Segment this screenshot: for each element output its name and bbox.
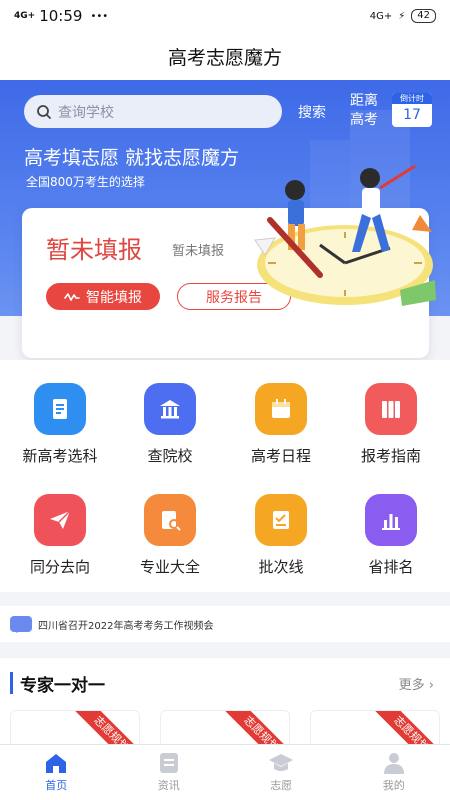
feature-label: 新高考选科 bbox=[22, 447, 98, 465]
feature-application-guide[interactable]: 报考指南 bbox=[335, 383, 447, 466]
news-ticker-text: 四川省召开2022年高考考务工作视频会 bbox=[38, 620, 214, 632]
checklist-icon bbox=[255, 494, 307, 546]
more-notifications-icon: ••• bbox=[90, 10, 109, 22]
expert-ribbon: 志愿规划 bbox=[369, 711, 439, 748]
page-title: 高考志愿魔方 bbox=[167, 46, 282, 69]
document-search-icon bbox=[144, 494, 196, 546]
status-time: 10:59 bbox=[39, 7, 83, 25]
home-icon bbox=[46, 754, 67, 773]
expert-card[interactable]: 志愿规划 bbox=[10, 710, 140, 748]
calendar-icon bbox=[255, 383, 307, 435]
hero-subtitle: 全国800万考生的选择 bbox=[26, 175, 145, 189]
user-icon bbox=[383, 753, 404, 774]
feature-batch-line[interactable]: 批次线 bbox=[225, 494, 337, 577]
chevron-right-icon: › bbox=[428, 678, 434, 693]
countdown-badge: 倒计时 17 bbox=[392, 93, 432, 127]
chat-bubble-icon bbox=[10, 616, 32, 633]
feature-label: 查院校 bbox=[147, 447, 193, 465]
expert-ribbon: 志愿规划 bbox=[219, 711, 289, 748]
tab-profile[interactable]: 我的 bbox=[338, 745, 450, 800]
wave-icon bbox=[64, 292, 80, 301]
status-bar: 4G+ 10:59 ••• 4G+ ⚡ 42 bbox=[0, 0, 450, 32]
search-placeholder: 查询学校 bbox=[58, 104, 114, 121]
expert-section: 专家一对一 更多 › 志愿规划 志愿规划 志愿规划 bbox=[0, 658, 450, 748]
app-header: 高考志愿魔方 bbox=[0, 32, 450, 80]
countdown-label: 距离高考 bbox=[350, 93, 378, 128]
feature-label: 报考指南 bbox=[360, 447, 421, 465]
more-link[interactable]: 更多 › bbox=[399, 674, 434, 693]
feature-label: 高考日程 bbox=[250, 447, 311, 465]
search-icon bbox=[37, 104, 51, 119]
news-icon bbox=[159, 753, 178, 773]
feature-search-universities[interactable]: 查院校 bbox=[114, 383, 226, 466]
tab-news[interactable]: 资讯 bbox=[113, 745, 226, 800]
search-button[interactable]: 搜索 bbox=[298, 102, 326, 122]
network-indicator-right: 4G+ bbox=[369, 10, 393, 22]
feature-same-score-destination[interactable]: 同分去向 bbox=[4, 494, 116, 577]
feature-gaokao-schedule[interactable]: 高考日程 bbox=[225, 383, 337, 466]
feature-major-directory[interactable]: 专业大全 bbox=[114, 494, 226, 577]
more-label: 更多 bbox=[398, 678, 425, 693]
books-icon bbox=[365, 383, 417, 435]
feature-label: 批次线 bbox=[258, 558, 304, 576]
search-input[interactable]: 查询学校 bbox=[24, 95, 282, 128]
fill-status-title: 暂未填报 bbox=[46, 236, 142, 264]
smart-fill-label: 智能填报 bbox=[86, 289, 142, 306]
news-ticker[interactable]: 四川省召开2022年高考考务工作视频会 bbox=[0, 606, 450, 642]
countdown-badge-label: 倒计时 bbox=[392, 93, 432, 104]
tab-home[interactable]: 首页 bbox=[0, 745, 113, 800]
tab-volunteer[interactable]: 志愿 bbox=[225, 745, 338, 800]
graduation-cap-icon bbox=[269, 754, 294, 771]
tab-label: 志愿 bbox=[270, 779, 293, 792]
paper-plane-icon bbox=[34, 494, 86, 546]
fill-status-subtitle: 暂未填报 bbox=[172, 244, 225, 259]
tab-label: 我的 bbox=[382, 779, 405, 792]
charging-icon: ⚡ bbox=[398, 10, 406, 22]
bottom-tab-bar: 首页 资讯 志愿 我的 bbox=[0, 744, 450, 800]
hero-title: 高考填志愿 就找志愿魔方 bbox=[24, 147, 240, 169]
feature-label: 专业大全 bbox=[139, 558, 200, 576]
expert-ribbon: 志愿规划 bbox=[69, 711, 139, 748]
feature-label: 省排名 bbox=[368, 558, 414, 576]
scroll-icon bbox=[34, 383, 86, 435]
expert-card[interactable]: 志愿规划 bbox=[160, 710, 290, 748]
countdown-days: 17 bbox=[403, 107, 421, 123]
feature-new-gaokao-subjects[interactable]: 新高考选科 bbox=[4, 383, 116, 466]
feature-label: 同分去向 bbox=[29, 558, 90, 576]
feature-province-ranking[interactable]: 省排名 bbox=[335, 494, 447, 577]
section-accent-bar bbox=[10, 672, 13, 694]
network-indicator: 4G+ bbox=[14, 10, 36, 21]
students-clock-illustration bbox=[254, 164, 436, 306]
smart-fill-button[interactable]: 智能填报 bbox=[46, 283, 160, 310]
expert-card[interactable]: 志愿规划 bbox=[310, 710, 440, 748]
bar-chart-icon bbox=[365, 494, 417, 546]
section-title: 专家一对一 bbox=[20, 676, 105, 696]
university-icon bbox=[144, 383, 196, 435]
tab-label: 首页 bbox=[45, 779, 68, 792]
battery-icon: 42 bbox=[411, 9, 436, 23]
tab-label: 资讯 bbox=[157, 779, 180, 792]
